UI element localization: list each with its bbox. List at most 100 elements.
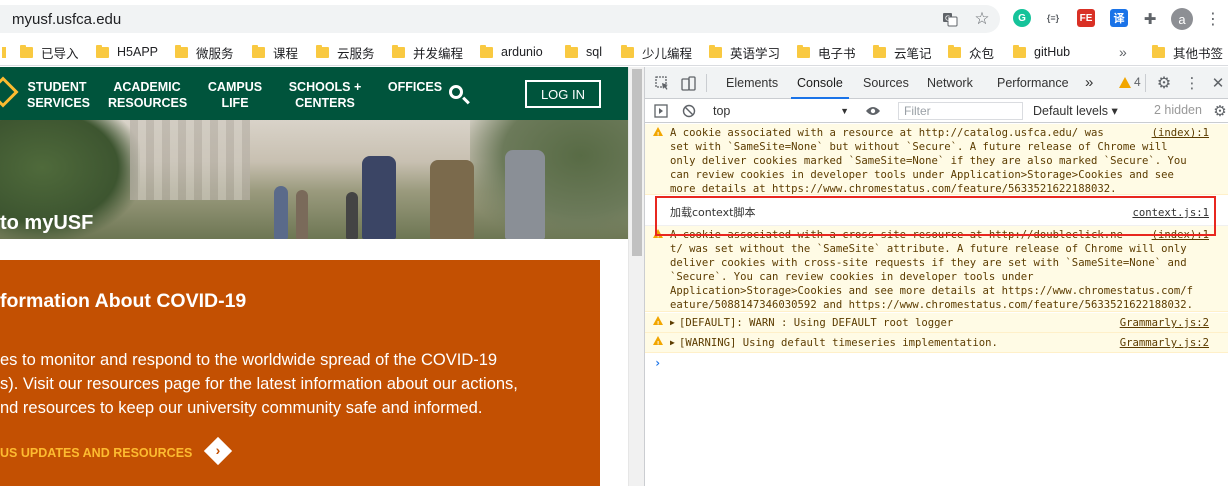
hero-person: [505, 150, 545, 239]
address-bar[interactable]: myusf.usfca.edu: [0, 5, 1000, 33]
warning-icon: [653, 316, 663, 331]
nav-offices[interactable]: OFFICES: [386, 79, 444, 95]
warning-icon: [653, 229, 663, 244]
tab-sources[interactable]: Sources: [863, 67, 909, 99]
message-source-link[interactable]: Grammarly.js:2: [1120, 316, 1209, 330]
more-tabs-chevron[interactable]: »: [1085, 67, 1093, 99]
console-warning-message[interactable]: ▶ [WARNING] Using default timeseries imp…: [645, 333, 1228, 353]
bookmark-folder[interactable]: [2, 43, 14, 61]
folder-icon: [392, 44, 405, 58]
folder-icon: [480, 44, 493, 58]
bookmark-folder[interactable]: 英语学习: [709, 43, 780, 61]
warning-icon: [653, 127, 663, 142]
search-icon[interactable]: [449, 85, 463, 99]
grammarly-extension-icon[interactable]: G: [1013, 9, 1031, 27]
filter-input[interactable]: [898, 102, 1023, 120]
login-button[interactable]: LOG IN: [525, 80, 601, 108]
devtools-menu-icon[interactable]: ⋮: [1184, 75, 1200, 92]
browser-menu-icon[interactable]: ⋮: [1203, 9, 1223, 29]
nav-student-services[interactable]: STUDENT SERVICES: [27, 79, 90, 111]
nav-academic-resources[interactable]: ACADEMIC RESOURCES: [108, 79, 187, 111]
tab-performance[interactable]: Performance: [997, 67, 1069, 99]
bookmark-folder[interactable]: 众包: [948, 43, 994, 61]
site-navigation: STUDENT SERVICES ACADEMIC RESOURCES CAMPUS…: [0, 67, 628, 120]
warning-icon: [653, 336, 663, 351]
bookmark-star-icon[interactable]: ☆: [972, 9, 992, 29]
bookmarks-bar: 已导入 H5APP 微服务 课程 云服务 并发编程 ardunio sql 少儿…: [0, 38, 1228, 66]
bookmark-folder[interactable]: ardunio: [480, 43, 543, 61]
hero-person: [430, 160, 474, 239]
bookmark-folder[interactable]: 云笔记: [873, 43, 932, 61]
message-source-link[interactable]: Grammarly.js:2: [1120, 336, 1209, 350]
expand-triangle-icon[interactable]: ▶: [670, 316, 675, 330]
clear-console-icon[interactable]: [681, 103, 697, 119]
hero-person: [346, 192, 358, 239]
bookmark-folder[interactable]: 并发编程: [392, 43, 463, 61]
console-log-message[interactable]: 加载context脚本 context.js:1: [645, 200, 1228, 226]
log-levels-dropdown[interactable]: Default levels ▾: [1033, 103, 1118, 118]
sidebar-toggle-icon[interactable]: [653, 103, 669, 119]
translate-icon[interactable]: G: [940, 9, 960, 29]
fe-extension-icon[interactable]: FE: [1077, 9, 1095, 27]
message-source-link[interactable]: (index):1: [1152, 126, 1209, 140]
tab-divider: [1145, 74, 1146, 92]
tab-console[interactable]: Console: [791, 67, 849, 99]
webpage-viewport: STUDENT SERVICES ACADEMIC RESOURCES CAMPUS…: [0, 67, 628, 486]
bookmark-folder[interactable]: gitHub: [1013, 43, 1070, 61]
folder-icon: [565, 44, 578, 58]
tab-network[interactable]: Network: [927, 67, 973, 99]
hero-person: [296, 190, 308, 239]
console-settings-gear-icon[interactable]: ⚙: [1212, 103, 1228, 120]
bookmark-folder[interactable]: sql: [565, 43, 602, 61]
console-toolbar: top ▼ Default levels ▾ 2 hidden ⚙: [645, 99, 1228, 123]
folder-icon: [1013, 44, 1026, 58]
console-warning-message[interactable]: A cookie associated with a cross-site re…: [645, 226, 1228, 312]
folder-icon: [252, 44, 265, 58]
other-bookmarks[interactable]: 其他书签: [1152, 43, 1223, 61]
console-warning-message[interactable]: ▶ [DEFAULT]: WARN : Using DEFAULT root l…: [645, 313, 1228, 333]
tab-elements[interactable]: Elements: [726, 67, 778, 99]
bookmark-folder[interactable]: 少儿编程: [621, 43, 692, 61]
folder-icon: [20, 44, 33, 58]
console-prompt[interactable]: ›: [654, 356, 661, 370]
json-extension-icon[interactable]: {≡}: [1044, 9, 1062, 27]
covid-banner: formation About COVID-19 es to monitor a…: [0, 260, 600, 486]
context-selector[interactable]: top ▼: [713, 102, 853, 120]
scrollbar-thumb[interactable]: [632, 69, 642, 256]
folder-icon: [797, 44, 810, 58]
console-warning-message[interactable]: A cookie associated with a resource at h…: [645, 124, 1228, 195]
usf-logo-icon[interactable]: [0, 76, 19, 108]
inspect-element-icon[interactable]: [654, 75, 670, 91]
bookmark-folder[interactable]: 云服务: [316, 43, 375, 61]
folder-icon: [1152, 44, 1165, 58]
message-source-link[interactable]: (index):1: [1152, 228, 1209, 242]
translate-extension-icon[interactable]: 译: [1110, 9, 1128, 27]
bookmark-folder[interactable]: 电子书: [797, 43, 856, 61]
more-bookmarks-chevron[interactable]: »: [1119, 43, 1127, 61]
hero-caption: to myUSF: [0, 212, 94, 234]
live-expression-eye-icon[interactable]: [865, 103, 881, 119]
page-scrollbar[interactable]: [628, 67, 644, 486]
chevron-right-icon: ›: [215, 442, 221, 458]
hero-person: [362, 156, 396, 239]
message-source-link[interactable]: context.js:1: [1132, 206, 1209, 220]
settings-gear-icon[interactable]: ⚙: [1156, 75, 1172, 92]
folder-icon: [96, 44, 109, 58]
nav-campus-life[interactable]: CAMPUS LIFE: [205, 79, 265, 111]
bookmark-folder[interactable]: H5APP: [96, 43, 158, 61]
browser-toolbar: myusf.usfca.edu G ☆ G {≡} FE 译 ✚ a ⋮: [0, 0, 1228, 38]
bookmark-folder[interactable]: 微服务: [175, 43, 234, 61]
profile-avatar[interactable]: a: [1171, 8, 1193, 30]
hero-image: to myUSF: [0, 120, 628, 239]
extensions-puzzle-icon[interactable]: ✚: [1140, 9, 1160, 29]
bookmark-folder[interactable]: 课程: [252, 43, 298, 61]
close-devtools-icon[interactable]: ✕: [1210, 75, 1226, 92]
warning-counter[interactable]: 4: [1119, 75, 1141, 89]
device-toolbar-icon[interactable]: [680, 75, 696, 91]
bookmark-folder[interactable]: 已导入: [20, 43, 79, 61]
nav-schools-centers[interactable]: SCHOOLS + CENTERS: [287, 79, 363, 111]
folder-icon: [316, 44, 329, 58]
url-text[interactable]: myusf.usfca.edu: [12, 11, 121, 28]
expand-triangle-icon[interactable]: ▶: [670, 336, 675, 350]
covid-updates-link[interactable]: US UPDATES AND RESOURCES: [0, 446, 192, 460]
